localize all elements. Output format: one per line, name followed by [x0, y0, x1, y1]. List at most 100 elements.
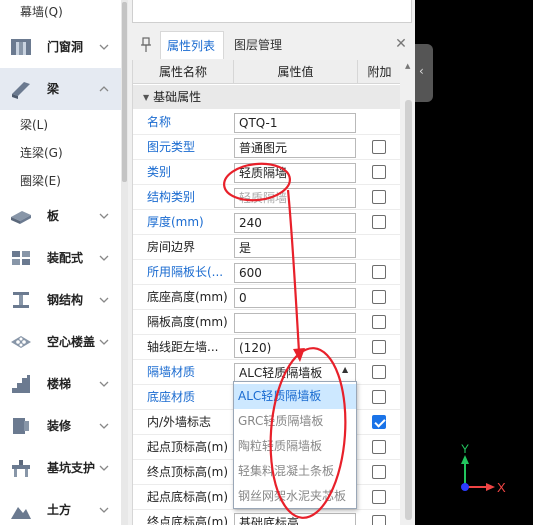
row-checkbox[interactable]	[372, 265, 386, 279]
row-value-input[interactable]	[234, 313, 356, 333]
sidebar-cat-prefab[interactable]: 装配式	[0, 237, 121, 279]
close-icon[interactable]: ✕	[394, 35, 408, 53]
sidebar-cat-hollow-floor[interactable]: 空心楼盖	[0, 321, 121, 363]
row-checkbox[interactable]	[372, 190, 386, 204]
row-checkbox[interactable]	[372, 465, 386, 479]
chevron-down-icon	[98, 252, 110, 264]
panel-scrollbar[interactable]: ▲	[404, 60, 413, 525]
sidebar-cat-label: 梁	[47, 82, 60, 96]
row-name: 内/外墙标志	[147, 415, 212, 429]
row-value-input[interactable]: 轻质隔墙	[234, 163, 356, 183]
dropdown-option[interactable]: GRC轻质隔墙板	[234, 409, 356, 434]
row-value-input[interactable]: 轻质隔墙	[234, 188, 356, 208]
chevron-down-icon	[98, 210, 110, 222]
table-row: 隔板高度(mm)	[133, 310, 400, 335]
row-checkbox[interactable]	[372, 165, 386, 179]
row-name: 厚度(mm)	[147, 215, 204, 229]
sidebar-sub-curtain-wall[interactable]: 幕墙(Q)	[0, 0, 110, 24]
sidebar-cat-stair[interactable]: 楼梯	[0, 363, 121, 405]
prefab-icon	[10, 247, 32, 269]
row-checkbox[interactable]	[372, 515, 386, 525]
door-window-icon	[10, 36, 32, 58]
sidebar-cat-label: 装修	[47, 419, 72, 433]
row-checkbox[interactable]	[372, 140, 386, 154]
steel-structure-icon	[10, 289, 32, 311]
sidebar-cat-label: 板	[47, 209, 60, 223]
sidebar-cat-door-window[interactable]: 门窗洞	[0, 26, 121, 68]
sidebar-cat-foundation-pit[interactable]: 基坑支护	[0, 447, 121, 489]
row-name: 底座高度(mm)	[147, 290, 228, 304]
row-name: 名称	[147, 115, 172, 129]
row-checkbox[interactable]	[372, 390, 386, 404]
sidebar-cat-label: 钢结构	[47, 293, 84, 307]
table-row: 房间边界 是	[133, 235, 400, 260]
sidebar-cat-earthwork[interactable]: 土方	[0, 489, 121, 525]
row-name: 隔墙材质	[147, 365, 196, 379]
slab-icon	[10, 205, 32, 227]
row-checkbox[interactable]	[372, 365, 386, 379]
chevron-down-icon	[98, 336, 110, 348]
material-dropdown-list: ALC轻质隔墙板 GRC轻质隔墙板 陶粒轻质隔墙板 轻集料混凝土条板 钢丝网架水…	[233, 381, 357, 509]
row-name: 底座材质	[147, 390, 196, 404]
chevron-up-icon	[98, 83, 110, 95]
dropdown-caret-icon[interactable]: ▲	[342, 364, 352, 376]
row-value-input[interactable]: 600	[234, 263, 356, 283]
row-checkbox[interactable]	[372, 290, 386, 304]
sidebar-cat-slab[interactable]: 板	[0, 195, 121, 237]
sidebar-cat-label: 土方	[47, 503, 72, 517]
row-name: 所用隔板长(...	[147, 265, 224, 279]
sidebar-cat-label: 装配式	[47, 251, 84, 265]
dropdown-option[interactable]: 陶粒轻质隔墙板	[234, 434, 356, 459]
row-name: 轴线距左墙...	[147, 340, 219, 354]
grid-header: 属性名称 属性值 附加	[133, 60, 400, 84]
row-checkbox[interactable]	[372, 440, 386, 454]
dropdown-option[interactable]: ALC轻质隔墙板	[234, 384, 356, 409]
group-basic-properties[interactable]: ▼ 基础属性	[133, 85, 400, 109]
collapse-triangle-icon[interactable]: ▼	[143, 86, 149, 110]
tab-layer-management[interactable]: 图层管理	[228, 31, 300, 59]
pin-icon[interactable]	[140, 37, 152, 53]
sidebar-sub-ring-beam[interactable]: 圈梁(E)	[0, 167, 110, 195]
row-checkbox[interactable]	[372, 215, 386, 229]
row-name: 结构类别	[147, 190, 196, 204]
sidebar-cat-steel-structure[interactable]: 钢结构	[0, 279, 121, 321]
row-name: 起点底标高(m)	[147, 490, 229, 504]
chevron-down-icon	[98, 504, 110, 516]
sidebar-cat-decoration[interactable]: 装修	[0, 405, 121, 447]
table-row: 类别 轻质隔墙	[133, 160, 400, 185]
row-value-input[interactable]: 240	[234, 213, 356, 233]
dropdown-option[interactable]: 轻集料混凝土条板	[234, 459, 356, 484]
row-value-input[interactable]: 0	[234, 288, 356, 308]
column-header-value: 属性值	[234, 60, 358, 84]
table-row: 厚度(mm) 240	[133, 210, 400, 235]
dropdown-option[interactable]: 钢丝网架水泥夹芯板	[234, 484, 356, 509]
sidebar-sub-beam[interactable]: 梁(L)	[0, 111, 110, 139]
row-value-input[interactable]: 基础底标高	[234, 513, 356, 525]
component-sidebar: 幕墙(Q) 门窗洞 梁 梁(L) 连梁(G) 圈梁(E) 板 装配式 钢结构 空…	[0, 0, 128, 525]
sidebar-scrollbar-thumb[interactable]	[122, 2, 127, 182]
chevron-down-icon	[98, 294, 110, 306]
sidebar-cat-beam[interactable]: 梁	[0, 68, 121, 110]
row-checkbox[interactable]	[372, 340, 386, 354]
panel-collapse-tab[interactable]: ‹	[415, 44, 433, 102]
table-row: 轴线距左墙... (120)	[133, 335, 400, 360]
scroll-up-icon[interactable]: ▲	[405, 62, 410, 70]
sidebar-sub-coupling-beam[interactable]: 连梁(G)	[0, 139, 110, 167]
table-row: 终点底标高(m) 基础底标高	[133, 510, 400, 525]
row-value-input[interactable]: 普通图元	[234, 138, 356, 158]
table-row: 所用隔板长(... 600	[133, 260, 400, 285]
row-value-input[interactable]: QTQ-1	[234, 113, 356, 133]
row-checkbox-checked[interactable]	[372, 415, 386, 429]
row-checkbox[interactable]	[372, 490, 386, 504]
panel-scrollbar-thumb[interactable]	[405, 100, 412, 520]
earthwork-icon	[10, 499, 32, 521]
row-value-input[interactable]: (120)	[234, 338, 356, 358]
tab-property-list[interactable]: 属性列表	[160, 31, 224, 59]
sidebar-cat-label: 基坑支护	[47, 461, 96, 475]
column-header-name: 属性名称	[133, 60, 234, 84]
row-value-input[interactable]: 是	[234, 238, 356, 258]
chevron-down-icon	[98, 41, 110, 53]
row-checkbox[interactable]	[372, 315, 386, 329]
table-row: 名称 QTQ-1	[133, 110, 400, 135]
material-select[interactable]: ALC轻质隔墙板	[234, 363, 356, 383]
